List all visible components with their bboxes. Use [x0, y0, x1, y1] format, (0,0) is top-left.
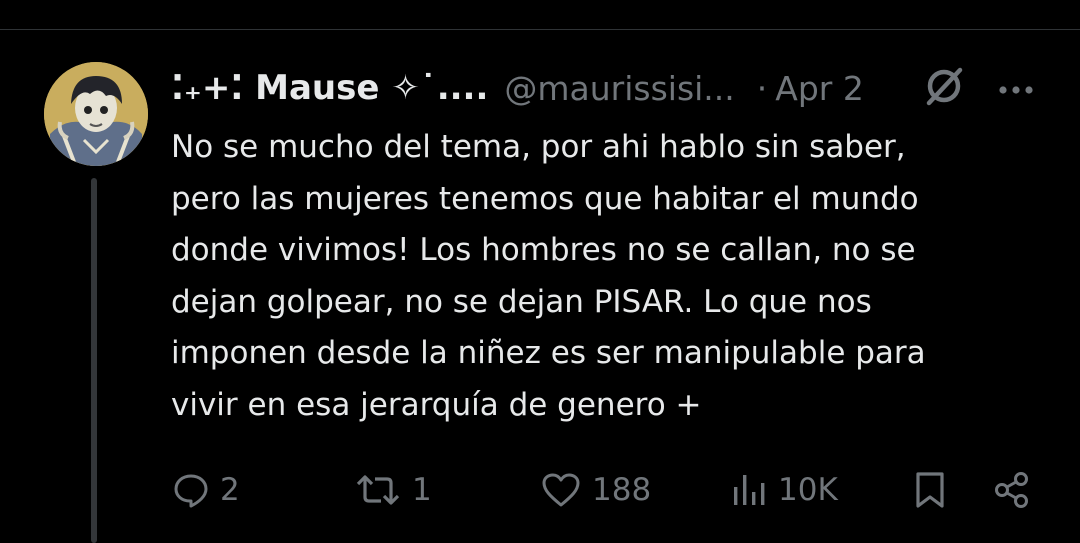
share-button[interactable] — [992, 466, 1032, 514]
tweet-text: No se mucho del tema, por ahi hablo sin … — [171, 129, 926, 423]
header-separator: · — [756, 68, 768, 108]
bookmark-icon — [912, 470, 948, 510]
views-bars-icon — [730, 471, 768, 509]
display-name[interactable]: ⁚₊+⁚ Mause ✧˙.... — [171, 68, 488, 108]
more-dots-icon[interactable] — [994, 68, 1038, 108]
bookmark-button[interactable] — [912, 466, 948, 514]
views-button[interactable]: 10K — [730, 466, 838, 514]
like-button[interactable]: 188 — [540, 466, 651, 514]
tweet-date[interactable]: Apr 2 — [775, 69, 864, 108]
reply-bubble-icon — [172, 471, 210, 509]
grok-icon[interactable] — [924, 66, 964, 106]
like-count: 188 — [592, 472, 652, 508]
tweet-header: ⁚₊+⁚ Mause ✧˙.... @maurissisi... · Apr 2 — [171, 64, 1051, 112]
reply-count: 2 — [220, 472, 240, 508]
views-count: 10K — [778, 472, 838, 508]
top-divider — [0, 29, 1080, 30]
heart-icon — [540, 471, 582, 509]
reply-button[interactable]: 2 — [172, 466, 240, 514]
user-handle[interactable]: @maurissisi... — [504, 69, 734, 108]
avatar-illustration — [44, 62, 148, 166]
tweet-actions: 2 1 188 10K — [170, 466, 1050, 514]
thread-connector-line — [91, 178, 97, 543]
repost-button[interactable]: 1 — [354, 466, 432, 514]
avatar[interactable] — [44, 62, 148, 166]
share-icon — [992, 470, 1032, 510]
repost-count: 1 — [412, 472, 432, 508]
repost-arrows-icon — [354, 471, 402, 509]
